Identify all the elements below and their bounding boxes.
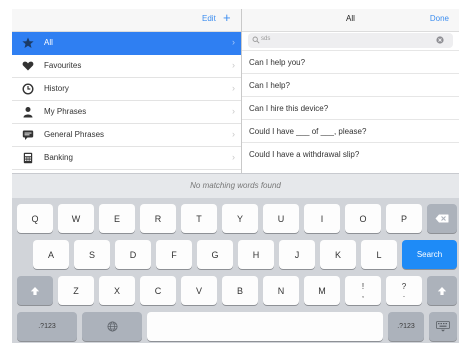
key-z[interactable]: Z	[58, 276, 94, 305]
search-input[interactable]: sds	[261, 36, 270, 42]
category-label: My Phrases	[44, 107, 87, 116]
key-t[interactable]: T	[181, 204, 217, 233]
key-m[interactable]: M	[304, 276, 340, 305]
key-exclamation-comma[interactable]: ! ,	[345, 276, 381, 305]
key-g[interactable]: G	[197, 240, 233, 269]
keyboard: Q W E R T Y U I O P A S D F G H J K L Se…	[12, 198, 459, 343]
app-window: Edit + All › Favourites › History › My P…	[12, 9, 459, 343]
key-s[interactable]: S	[74, 240, 110, 269]
backspace-icon	[435, 214, 449, 223]
category-item-my-phrases[interactable]: My Phrases ›	[12, 101, 241, 124]
edit-button[interactable]: Edit	[202, 14, 216, 23]
add-button[interactable]: +	[223, 10, 231, 26]
category-label: All	[44, 38, 53, 47]
key-n[interactable]: N	[263, 276, 299, 305]
phrase-header: All Done	[242, 9, 459, 32]
shift-icon	[437, 286, 447, 295]
page-title: All	[346, 14, 355, 23]
clear-icon[interactable]	[435, 35, 445, 45]
phrase-text: Could I have ___ of ___, please?	[249, 127, 367, 136]
key-d[interactable]: D	[115, 240, 151, 269]
heart-icon	[22, 61, 34, 71]
key-c[interactable]: C	[140, 276, 176, 305]
category-panel: Edit + All › Favourites › History › My P…	[12, 9, 241, 173]
chevron-right-icon: ›	[232, 60, 235, 70]
done-button[interactable]: Done	[430, 14, 449, 23]
phrase-item[interactable]: Can I hire this device?	[242, 96, 459, 119]
key-j[interactable]: J	[279, 240, 315, 269]
key-h[interactable]: H	[238, 240, 274, 269]
key-w[interactable]: W	[58, 204, 94, 233]
key-r[interactable]: R	[140, 204, 176, 233]
hide-keyboard-icon	[436, 321, 450, 332]
chevron-right-icon: ›	[232, 83, 235, 93]
category-item-history[interactable]: History ›	[12, 78, 241, 101]
numbers-key-left[interactable]: .?123	[17, 312, 77, 341]
key-a[interactable]: A	[33, 240, 69, 269]
key-b[interactable]: B	[222, 276, 258, 305]
category-item-all[interactable]: All ›	[12, 32, 241, 55]
search-field[interactable]: sds	[248, 33, 453, 48]
key-i[interactable]: I	[304, 204, 340, 233]
chevron-right-icon: ›	[232, 152, 235, 162]
phrase-item[interactable]: Could I have ___ of ___, please?	[242, 119, 459, 142]
star-icon	[22, 37, 34, 48]
hide-keyboard-key[interactable]	[429, 312, 457, 341]
key-bottom-char: ,	[361, 289, 365, 299]
category-label: Banking	[44, 153, 73, 162]
key-f[interactable]: F	[156, 240, 192, 269]
phrase-item[interactable]: Could I have a withdrawal slip?	[242, 142, 459, 165]
phrase-text: Can I help?	[249, 81, 290, 90]
category-label: History	[44, 84, 69, 93]
key-v[interactable]: V	[181, 276, 217, 305]
suggestion-text: No matching words found	[190, 181, 281, 190]
category-list: All › Favourites › History › My Phrases …	[12, 32, 241, 170]
key-x[interactable]: X	[99, 276, 135, 305]
space-key[interactable]	[147, 312, 383, 341]
key-y[interactable]: Y	[222, 204, 258, 233]
search-key[interactable]: Search	[402, 240, 457, 269]
category-item-banking[interactable]: Banking ›	[12, 147, 241, 170]
chevron-right-icon: ›	[232, 129, 235, 139]
key-l[interactable]: L	[361, 240, 397, 269]
category-item-general-phrases[interactable]: General Phrases ›	[12, 124, 241, 147]
phrase-item[interactable]: Can I help?	[242, 73, 459, 96]
chevron-right-icon: ›	[232, 37, 235, 47]
category-header: Edit +	[12, 9, 241, 32]
key-question-period[interactable]: ? .	[386, 276, 422, 305]
category-label: General Phrases	[44, 130, 105, 139]
key-q[interactable]: Q	[17, 204, 53, 233]
phrase-list: Can I help you? Can I help? Can I hire t…	[242, 50, 459, 165]
shift-key-right[interactable]	[427, 276, 457, 305]
key-k[interactable]: K	[320, 240, 356, 269]
phrase-text: Can I help you?	[249, 58, 306, 67]
suggestion-bar: No matching words found	[12, 173, 459, 198]
category-item-favourites[interactable]: Favourites ›	[12, 55, 241, 78]
phrase-text: Could I have a withdrawal slip?	[249, 150, 360, 159]
key-o[interactable]: O	[345, 204, 381, 233]
backspace-key[interactable]	[427, 204, 457, 233]
phrase-text: Can I hire this device?	[249, 104, 329, 113]
globe-key[interactable]	[82, 312, 142, 341]
shift-key-left[interactable]	[17, 276, 53, 305]
key-p[interactable]: P	[386, 204, 422, 233]
clock-icon	[22, 83, 34, 95]
shift-icon	[30, 286, 40, 295]
chevron-right-icon: ›	[232, 106, 235, 116]
globe-icon	[107, 321, 117, 332]
phrase-item[interactable]: Can I help you?	[242, 50, 459, 73]
numbers-key-right[interactable]: .?123	[388, 312, 424, 341]
person-icon	[23, 107, 33, 118]
search-icon	[252, 36, 260, 44]
phrase-panel: All Done sds Can I help you? Can I help?…	[242, 9, 459, 173]
key-bottom-char: .	[402, 289, 406, 299]
key-e[interactable]: E	[99, 204, 135, 233]
calculator-icon	[23, 152, 33, 164]
key-u[interactable]: U	[263, 204, 299, 233]
speech-bubble-icon	[22, 130, 34, 140]
category-label: Favourites	[44, 61, 82, 70]
